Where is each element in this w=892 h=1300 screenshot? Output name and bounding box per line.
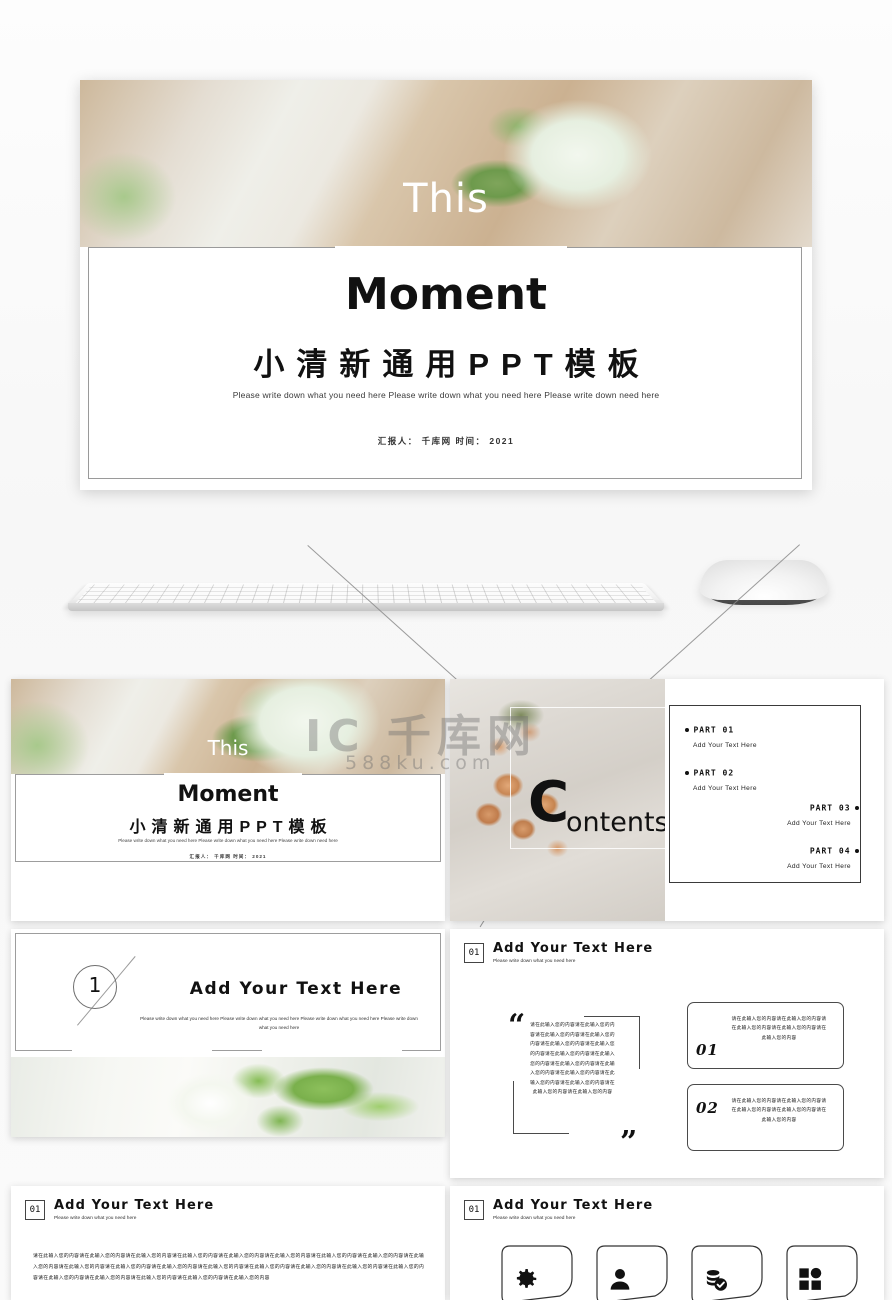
icon-shape-3[interactable] — [688, 1244, 766, 1300]
info-card-1[interactable]: 01 请在此输入您的内容请在此输入您的内容请在此输入您的内容请在此输入您的内容请… — [687, 1002, 844, 1069]
info-card-2[interactable]: 02 请在此输入您的内容请在此输入您的内容请在此输入您的内容请在此输入您的内容请… — [687, 1084, 844, 1151]
slide-subtitle: Please write down what you need here — [493, 1216, 576, 1221]
contents-part-label: PART 01 — [693, 725, 735, 735]
contents-part-label: PART 03 — [809, 803, 851, 813]
thumb-title-body: Moment 小清新通用PPT模板 Please write down what… — [11, 773, 445, 869]
contents-part-label: PART 04 — [809, 846, 851, 856]
slide-preview-page: This Moment 小清新通用PPT模板 Please write down… — [0, 0, 892, 1300]
keyboard-base — [68, 603, 664, 611]
contents-part-desc: Add Your Text Here — [787, 820, 851, 827]
thumb-contents-heading-rest: ontents — [566, 807, 669, 838]
contents-item-4[interactable]: PART 04 Add Your Text Here — [787, 842, 859, 870]
thumb-title-meta: 汇报人： 千库网 时间： 2021 — [189, 854, 267, 859]
slide-subtitle: Please write down what you need here — [54, 1216, 137, 1221]
icon-shape-1[interactable] — [498, 1244, 576, 1300]
hero-eyebrow: This — [403, 176, 489, 222]
coins-check-icon — [700, 1264, 730, 1294]
quote-open-icon: “ — [508, 1008, 526, 1043]
thumb-title-heading-cn: 小清新通用PPT模板 — [129, 819, 333, 836]
thumb-section-body: Please write down what you need here Ple… — [140, 1016, 418, 1030]
thumbnail-title-slide[interactable]: This Moment 小清新通用PPT模板 Please write down… — [11, 679, 445, 921]
mouse-mockup — [700, 560, 828, 610]
hero-subtitle: Please write down what you need here Ple… — [232, 390, 660, 400]
slide-title: Add Your Text Here — [54, 1198, 215, 1213]
contents-item-3[interactable]: PART 03 Add Your Text Here — [787, 799, 859, 827]
contents-part-label: PART 02 — [693, 768, 735, 778]
thumb-contents-heading-letter: C — [528, 770, 570, 835]
info-card-text: 请在此输入您的内容请在此输入您的内容请在此输入您的内容请在此输入您的内容请在此输… — [731, 1016, 827, 1040]
thumbnail-section-slide[interactable]: 1 Add Your Text Here Please write down w… — [11, 929, 445, 1137]
slide-number-badge: 01 — [25, 1200, 45, 1220]
quote-close-icon: ” — [620, 1125, 638, 1160]
thumb-section-photo — [11, 1057, 445, 1137]
thumb-section-title: Add Your Text Here — [189, 979, 403, 999]
contents-item-1[interactable]: PART 01 Add Your Text Here — [685, 721, 757, 749]
bullet-dot-icon — [685, 770, 689, 775]
hero-slide[interactable]: This Moment 小清新通用PPT模板 Please write down… — [80, 80, 812, 490]
thumb-section-number: 1 — [88, 973, 102, 997]
contents-part-desc: Add Your Text Here — [693, 742, 757, 749]
bullet-dot-icon — [685, 727, 689, 732]
keyboard-mockup — [66, 565, 666, 620]
slide-title: Add Your Text Here — [493, 941, 654, 956]
info-card-text: 请在此输入您的内容请在此输入您的内容请在此输入您的内容请在此输入您的内容请在此输… — [731, 1098, 827, 1122]
contents-item-2[interactable]: PART 02 Add Your Text Here — [685, 764, 757, 792]
person-icon — [605, 1264, 635, 1294]
slide-number-badge: 01 — [464, 1200, 484, 1220]
bullet-dot-icon — [855, 805, 859, 810]
thumbnail-paragraph-slide[interactable]: 01 Add Your Text Here Please write down … — [11, 1186, 445, 1300]
thumbnail-quote-slide[interactable]: 01 Add Your Text Here Please write down … — [450, 929, 884, 1178]
paragraph-body: 请在此输入您的内容请在此输入您的内容请在此输入您的内容请在此输入您的内容请在此输… — [33, 1254, 425, 1281]
slide-title: Add Your Text Here — [493, 1198, 654, 1213]
contents-part-desc: Add Your Text Here — [693, 785, 757, 792]
thumbnail-contents-slide[interactable]: C ontents PART 01 Add Your Text Here PAR… — [450, 679, 884, 921]
hero-body: Moment 小清新通用PPT模板 Please write down what… — [80, 246, 812, 490]
hero-title: Moment — [344, 269, 548, 320]
slide-subtitle: Please write down what you need here — [493, 959, 576, 964]
hero-meta: 汇报人： 千库网 时间： 2021 — [377, 436, 515, 446]
quote-body-text: 请在此输入您的内容请在此输入您的内容请在此输入您的内容请在此输入您的内容请在此输… — [530, 1022, 615, 1095]
thumb-contents-panel: PART 01 Add Your Text Here PART 02 Add Y… — [665, 679, 884, 921]
icon-shape-4[interactable] — [783, 1244, 861, 1300]
icon-shape-2[interactable] — [593, 1244, 671, 1300]
gear-icon — [510, 1264, 540, 1294]
info-card-number: 02 — [696, 1099, 719, 1117]
slide-number-badge: 01 — [464, 943, 484, 963]
thumb-title-heading: Moment — [177, 782, 279, 807]
bullet-dot-icon — [855, 848, 859, 853]
hero-title-cn: 小清新通用PPT模板 — [253, 347, 651, 382]
contents-part-desc: Add Your Text Here — [787, 863, 851, 870]
thumb-title-subtitle: Please write down what you need here Ple… — [118, 838, 338, 843]
grid-icon — [795, 1264, 825, 1294]
info-card-number: 01 — [696, 1041, 719, 1059]
thumb-title-eyebrow: This — [207, 736, 249, 760]
thumb-section-number-circle: 1 — [73, 965, 117, 1009]
thumbnail-icons-slide[interactable]: 01 Add Your Text Here Please write down … — [450, 1186, 884, 1300]
mouse-body — [700, 560, 828, 600]
